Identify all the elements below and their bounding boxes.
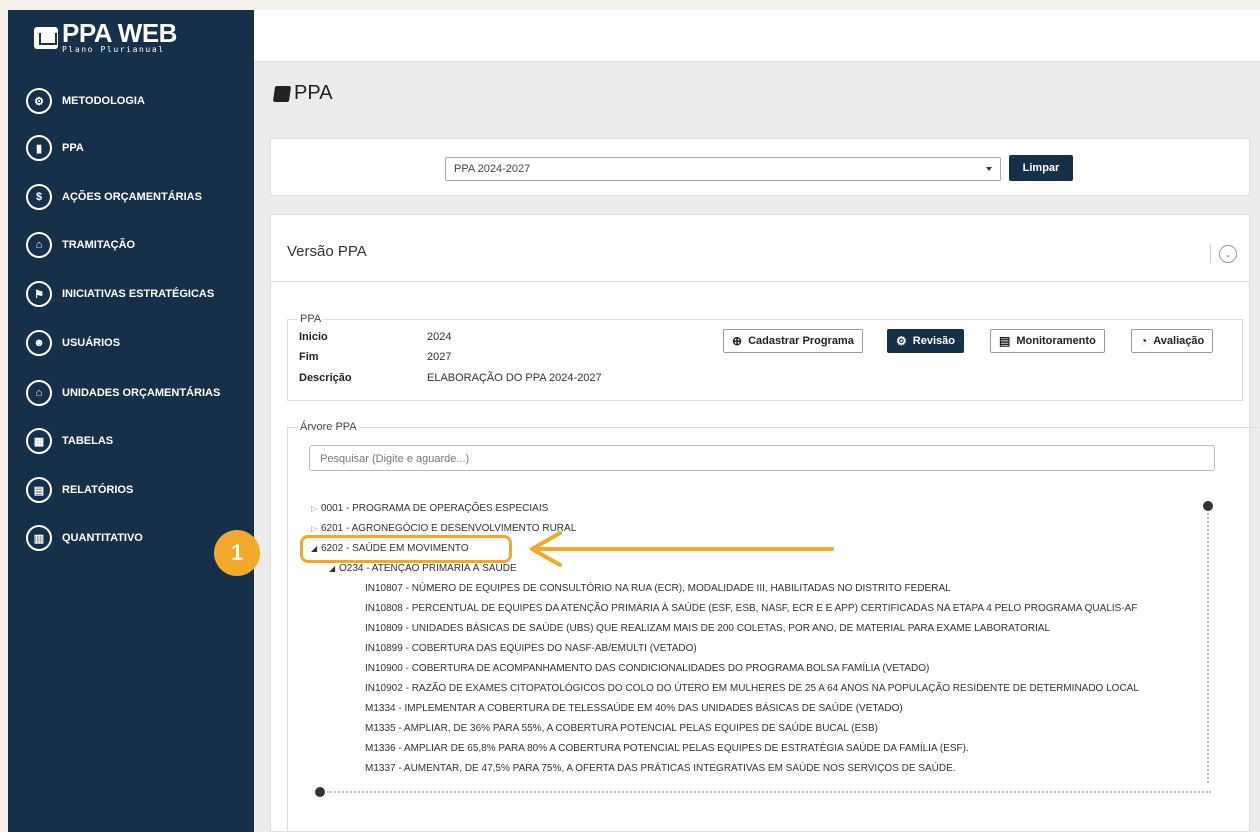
tree-node-label: 0001 - PROGRAMA DE OPERAÇÕES ESPECIAIS xyxy=(321,503,549,514)
versao-card: Versão PPA ⌄ ⊕ Cadastrar Programa ⚙ Revi… xyxy=(270,214,1259,832)
app-title: PPA WEB xyxy=(62,18,177,48)
tree-leaf[interactable]: IN10900 - COBERTURA DE ACOMPANHAMENTO DA… xyxy=(365,663,929,674)
sidebar-item-usuarios[interactable]: ☻ USUÁRIOS xyxy=(26,328,120,358)
tree-leaf[interactable]: M1337 - AUMENTAR, DE 47,5% PARA 75%, A O… xyxy=(365,763,956,774)
tree-node-label: O234 - ATENÇÃO PRIMÁRIA À SAÚDE xyxy=(339,563,517,574)
tree-leaf[interactable]: IN10808 - PERCENTUAL DE EQUIPES DA ATENÇ… xyxy=(365,603,1137,614)
sidebar-item-label: USUÁRIOS xyxy=(62,337,121,349)
info-label: Descrição xyxy=(299,372,352,384)
table-icon: ▦ xyxy=(26,428,52,454)
sidebar-item-acoes-orcamentarias[interactable]: $ AÇÕES ORÇAMENTÁRIAS xyxy=(26,182,202,212)
book-icon: ▮ xyxy=(26,135,52,161)
sidebar-item-ppa[interactable]: ▮ PPA xyxy=(26,133,84,163)
file-icon: ▤ xyxy=(26,477,52,503)
sidebar-item-label: METODOLOGIA xyxy=(62,95,145,107)
collapse-icon[interactable]: ◢ xyxy=(329,564,339,573)
expand-icon[interactable]: ▷ xyxy=(311,524,321,533)
vertical-scroll-handle[interactable] xyxy=(1203,501,1213,511)
sidebar-item-unidades-orcamentarias[interactable]: ⌂ UNIDADES ORÇAMENTÁRIAS xyxy=(26,378,220,408)
horizontal-scroll-handle[interactable] xyxy=(315,787,325,797)
top-header xyxy=(254,10,1260,62)
sidebar-item-label: QUANTITATIVO xyxy=(62,532,143,544)
tree-leaf[interactable]: M1336 - AMPLIAR DE 65,8% PARA 80% A COBE… xyxy=(365,743,969,754)
divider xyxy=(271,281,1249,282)
sidebar-item-label: PPA xyxy=(62,142,84,154)
info-value: 2024 xyxy=(427,331,452,343)
divider xyxy=(1210,245,1211,263)
tree-leaf[interactable]: M1334 - IMPLEMENTAR A COBERTURA DE TELES… xyxy=(365,703,903,714)
tree-node[interactable]: ◢ O234 - ATENÇÃO PRIMÁRIA À SAÚDE xyxy=(329,563,517,574)
app-logo[interactable]: PPA WEB Plano Plurianual xyxy=(8,10,254,66)
logo-icon xyxy=(34,27,58,49)
tree-legend: Árvore PPA xyxy=(300,421,357,433)
tree-leaf[interactable]: IN10899 - COBERTURA DAS EQUIPES DO NASF-… xyxy=(365,643,697,654)
book-icon xyxy=(272,85,292,102)
sidebar-item-relatorios[interactable]: ▤ RELATÓRIOS xyxy=(26,475,133,505)
sidebar-item-tabelas[interactable]: ▦ TABELAS xyxy=(26,426,113,456)
tree-search-input[interactable]: Pesquisar (Digite e aguarde...) xyxy=(309,445,1215,471)
sidebar-item-label: TRAMITAÇÃO xyxy=(62,239,136,251)
inbox-icon: ⌂ xyxy=(26,232,52,258)
ppa-select-value: PPA 2024-2027 xyxy=(454,163,531,175)
bank-icon: ⌂ xyxy=(26,380,52,406)
tree-node[interactable]: ▷ 0001 - PROGRAMA DE OPERAÇÕES ESPECIAIS xyxy=(311,503,548,514)
sidebar-item-quantitativo[interactable]: ▥ QUANTITATIVO xyxy=(26,523,143,553)
bar-chart-icon: ▥ xyxy=(26,525,52,551)
tree-leaf[interactable]: IN10902 - RAZÃO DE EXAMES CITOPATOLÓGICO… xyxy=(365,683,1139,694)
sidebar-item-label: INICIATIVAS ESTRATÉGICAS xyxy=(62,288,215,300)
app-subtitle: Plano Plurianual xyxy=(62,45,165,54)
callout-number-badge: 1 xyxy=(214,530,260,576)
tree-leaf[interactable]: IN10809 - UNIDADES BÁSICAS DE SAÚDE (UBS… xyxy=(365,623,1050,634)
info-row-inicio: Inicio 2024 xyxy=(299,331,451,343)
collapse-chevron-icon[interactable]: ⌄ xyxy=(1219,245,1237,263)
ppa-version-select[interactable]: PPA 2024-2027 xyxy=(445,157,1001,181)
sidebar-item-label: AÇÕES ORÇAMENTÁRIAS xyxy=(62,191,202,203)
expand-icon[interactable]: ▷ xyxy=(311,504,321,513)
sidebar-item-label: UNIDADES ORÇAMENTÁRIAS xyxy=(62,387,221,399)
filter-card: PPA 2024-2027 Limpar xyxy=(270,138,1250,196)
sidebar-item-iniciativas-estrategicas[interactable]: ⚑ INICIATIVAS ESTRATÉGICAS xyxy=(26,279,214,309)
main-content: PPA PPA 2024-2027 Limpar Versão PPA ⌄ ⊕ … xyxy=(254,62,1260,832)
horizontal-scrollbar[interactable] xyxy=(327,791,1211,793)
info-value: ELABORAÇÃO DO PPA 2024-2027 xyxy=(427,372,602,384)
callout-arrow-icon xyxy=(530,531,834,567)
page-title: PPA xyxy=(272,82,333,105)
clear-button[interactable]: Limpar xyxy=(1009,155,1073,181)
info-value: 2027 xyxy=(427,351,452,363)
sidebar-item-tramitacao[interactable]: ⌂ TRAMITAÇÃO xyxy=(26,230,135,260)
dollar-icon: $ xyxy=(26,184,52,210)
vertical-scrollbar[interactable] xyxy=(1207,513,1209,783)
tree-leaf[interactable]: M1335 - AMPLIAR, DE 36% PARA 55%, A COBE… xyxy=(365,723,878,734)
sidebar-item-metodologia[interactable]: ⚙ METODOLOGIA xyxy=(26,86,145,116)
versao-title: Versão PPA xyxy=(287,243,367,260)
sitemap-icon: ⚑ xyxy=(26,281,52,307)
info-label: Inicio xyxy=(299,331,328,343)
chevron-down-icon xyxy=(986,167,992,171)
cogs-icon: ⚙ xyxy=(26,88,52,114)
sidebar-item-label: RELATÓRIOS xyxy=(62,484,134,496)
ppa-info-legend: PPA xyxy=(300,313,322,325)
sidebar-item-label: TABELAS xyxy=(62,435,114,447)
callout-highlight-box xyxy=(300,535,512,563)
info-label: Fim xyxy=(299,351,319,363)
sidebar: PPA WEB Plano Plurianual ⚙ METODOLOGIA ▮… xyxy=(8,10,254,832)
users-icon: ☻ xyxy=(26,330,52,356)
tree-leaf[interactable]: IN10807 - NÚMERO DE EQUIPES DE CONSULTÓR… xyxy=(365,583,951,594)
page-title-text: PPA xyxy=(294,82,333,104)
info-row-fim: Fim 2027 xyxy=(299,351,451,363)
info-row-descricao: Descrição ELABORAÇÃO DO PPA 2024-2027 xyxy=(299,372,602,384)
